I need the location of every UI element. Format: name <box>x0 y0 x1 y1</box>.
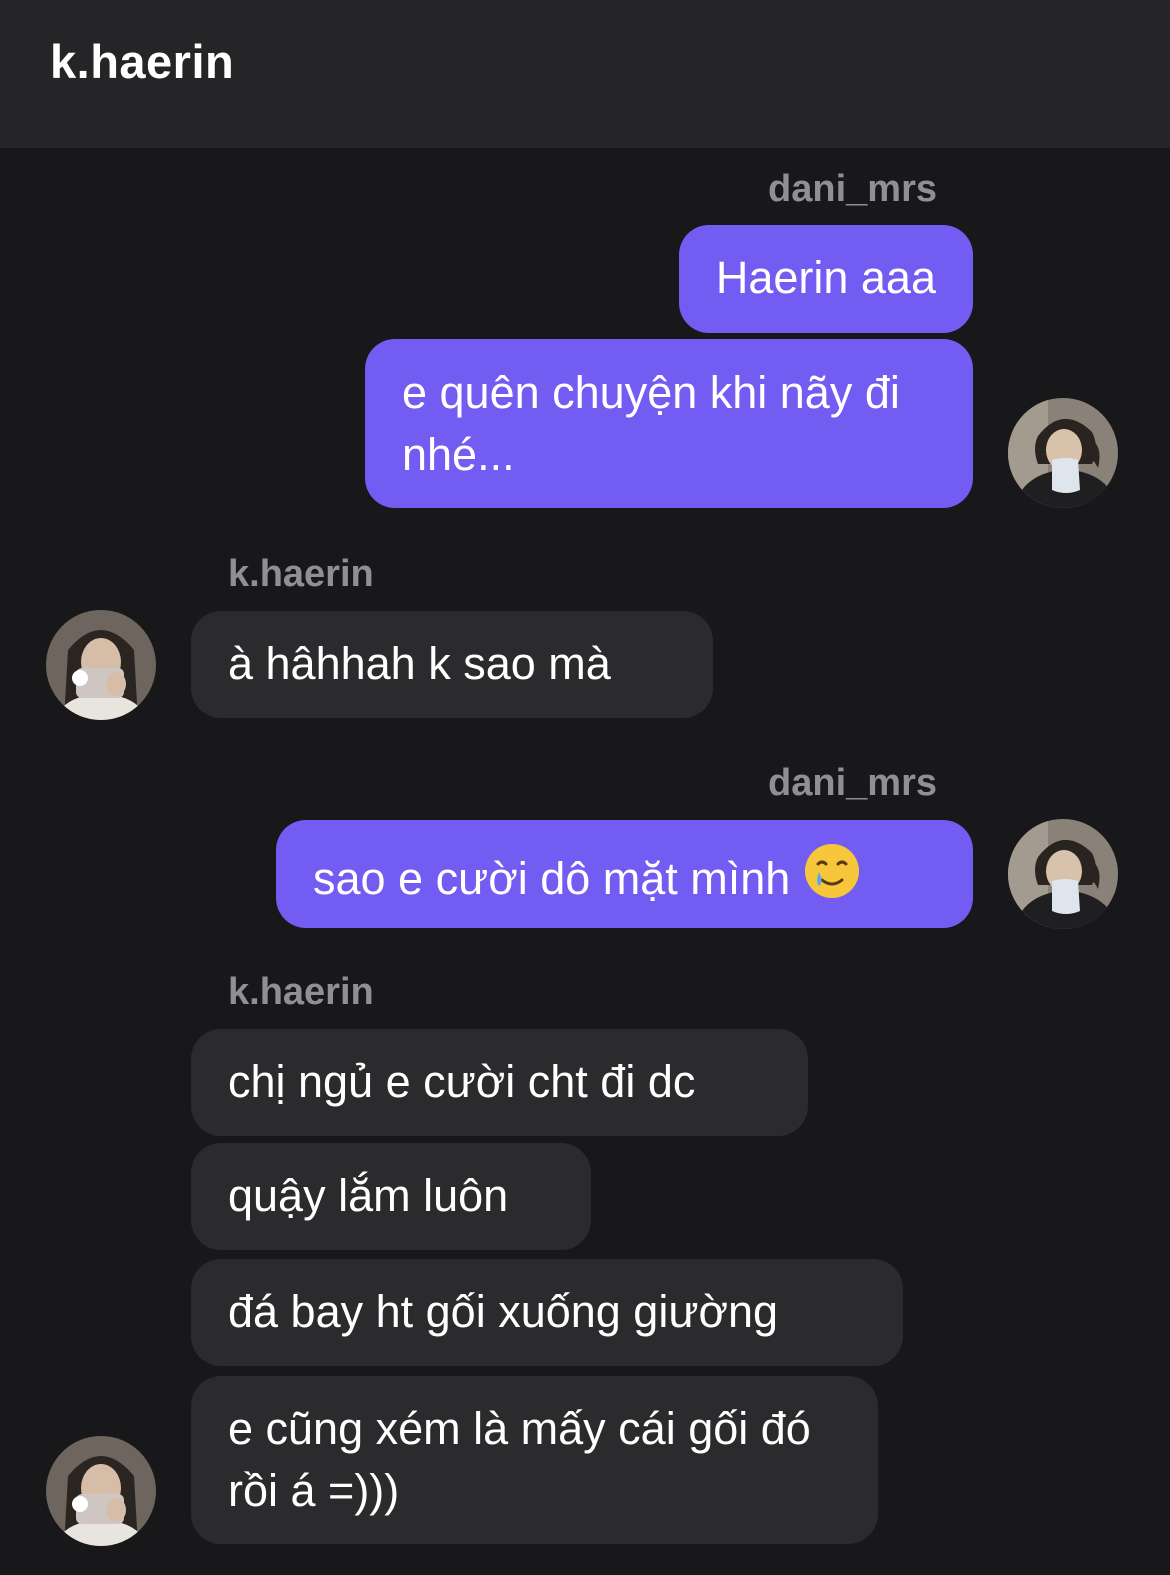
message-text: sao e cười dô mặt mình <box>313 853 791 904</box>
incoming-message[interactable]: đá bay ht gối xuống giường <box>191 1259 903 1366</box>
avatar-k-haerin[interactable] <box>46 1436 156 1546</box>
incoming-message[interactable]: chị ngủ e cười cht đi dc <box>191 1029 808 1136</box>
sender-name: dani_mrs <box>768 168 937 210</box>
chat-header: k.haerin <box>0 0 1170 148</box>
avatar-k-haerin[interactable] <box>46 610 156 720</box>
avatar-dani-mrs[interactable] <box>1008 819 1118 929</box>
incoming-message[interactable]: e cũng xém là mấy cái gối đó rồi á =))) <box>191 1376 878 1544</box>
sender-name: dani_mrs <box>768 762 937 804</box>
incoming-message[interactable]: quậy lắm luôn <box>191 1143 591 1250</box>
face-holding-back-tears-emoji <box>803 842 861 916</box>
outgoing-message[interactable]: e quên chuyện khi nãy đi nhé... <box>365 339 973 508</box>
incoming-message[interactable]: à hâhhah k sao mà <box>191 611 713 718</box>
avatar-dani-mrs[interactable] <box>1008 398 1118 508</box>
sender-name: k.haerin <box>228 971 374 1013</box>
chat-title: k.haerin <box>50 35 235 88</box>
sender-name: k.haerin <box>228 553 374 595</box>
outgoing-message[interactable]: Haerin aaa <box>678 225 973 333</box>
outgoing-message[interactable]: sao e cười dô mặt mình <box>276 820 973 928</box>
